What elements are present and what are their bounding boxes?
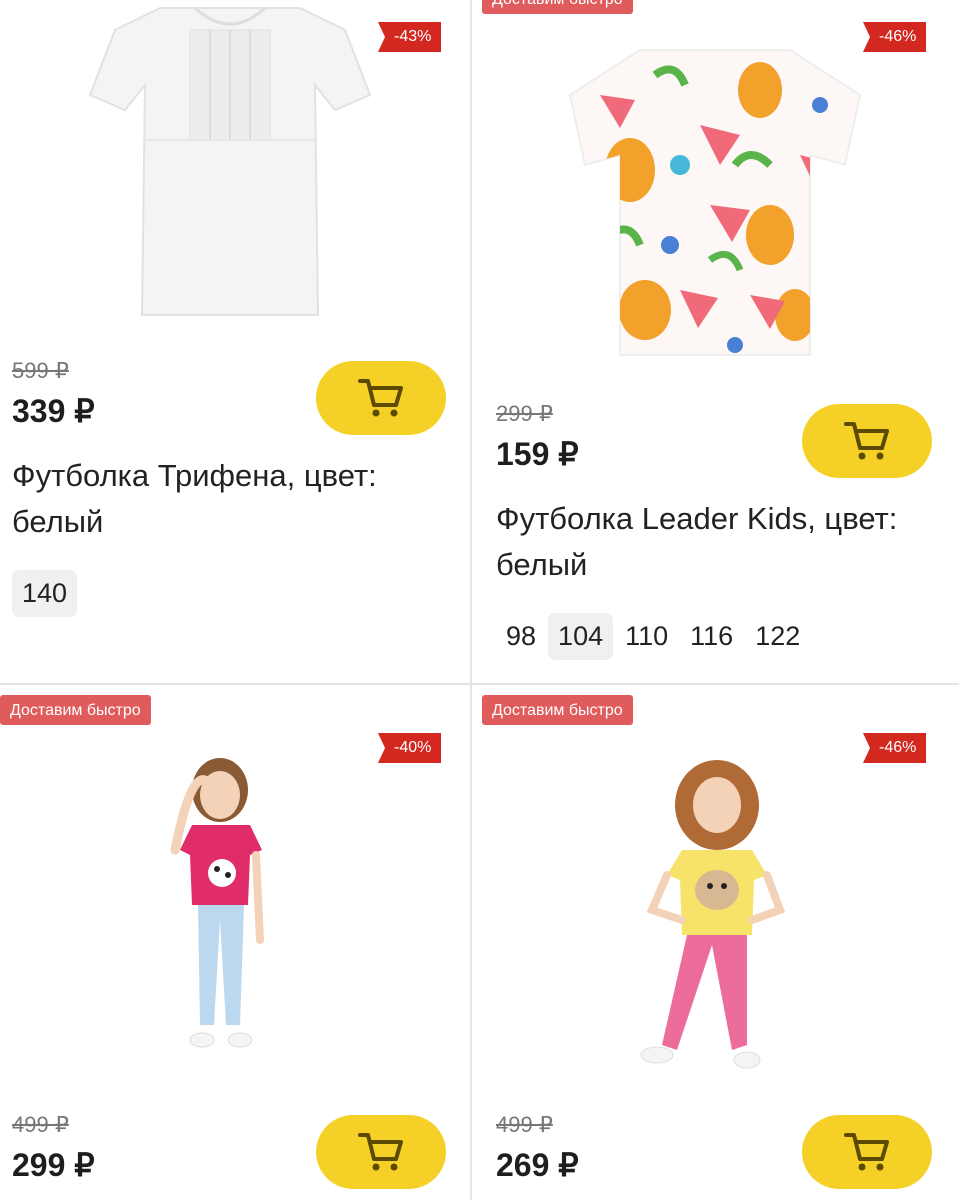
- cart-icon: [358, 1133, 403, 1171]
- add-to-cart-button[interactable]: [316, 1115, 446, 1189]
- discount-badge: -46%: [863, 22, 927, 52]
- size-option-110[interactable]: 110: [615, 613, 678, 660]
- current-price: 269 ₽: [496, 1147, 579, 1183]
- discount-badge: -46%: [863, 733, 927, 763]
- product-card-3[interactable]: Доставим быстро -40% 499 ₽ 299 ₽: [0, 685, 470, 1200]
- fast-delivery-badge: Доставим быстро: [482, 0, 633, 14]
- product-image-girl-pink-tshirt[interactable]: [150, 755, 290, 1075]
- product-title[interactable]: Футболка Трифена, цвет: белый: [12, 453, 452, 545]
- size-option-98[interactable]: 98: [496, 613, 546, 660]
- discount-badge: -40%: [378, 733, 442, 763]
- cart-icon: [844, 1133, 889, 1171]
- old-price: 499 ₽: [12, 1112, 69, 1137]
- current-price: 299 ₽: [12, 1147, 95, 1183]
- size-option-104[interactable]: 104: [548, 613, 614, 660]
- size-list: 98 104 110 116 122: [496, 613, 812, 660]
- product-image-fruit-print-tshirt[interactable]: [560, 45, 870, 365]
- product-image-girl-yellow-tshirt[interactable]: [622, 760, 812, 1080]
- current-price: 159 ₽: [496, 436, 579, 472]
- size-option-122[interactable]: 122: [745, 613, 810, 660]
- fast-delivery-badge: Доставим быстро: [0, 695, 151, 725]
- product-card-2[interactable]: Доставим быстро -46%: [472, 0, 959, 683]
- old-price: 599 ₽: [12, 358, 69, 383]
- cart-icon: [844, 422, 889, 460]
- size-option-140[interactable]: 140: [12, 570, 78, 617]
- old-price: 499 ₽: [496, 1112, 553, 1137]
- current-price: 339 ₽: [12, 393, 95, 429]
- add-to-cart-button[interactable]: [802, 404, 932, 478]
- product-title[interactable]: Футболка Leader Kids, цвет: белый: [496, 496, 916, 588]
- product-card-1[interactable]: -43% 599 ₽ 339 ₽ Футболка Трифена, цвет:…: [0, 0, 470, 683]
- old-price: 299 ₽: [496, 401, 553, 426]
- fast-delivery-badge: Доставим быстро: [482, 695, 633, 725]
- add-to-cart-button[interactable]: [316, 361, 446, 435]
- add-to-cart-button[interactable]: [802, 1115, 932, 1189]
- product-card-4[interactable]: Доставим быстро -46% 499 ₽ 269 ₽: [472, 685, 959, 1200]
- size-list: 140: [12, 570, 79, 617]
- discount-badge: -43%: [378, 22, 442, 52]
- product-image-white-blouse[interactable]: [80, 0, 380, 325]
- cart-icon: [358, 379, 403, 417]
- size-option-116[interactable]: 116: [680, 613, 743, 660]
